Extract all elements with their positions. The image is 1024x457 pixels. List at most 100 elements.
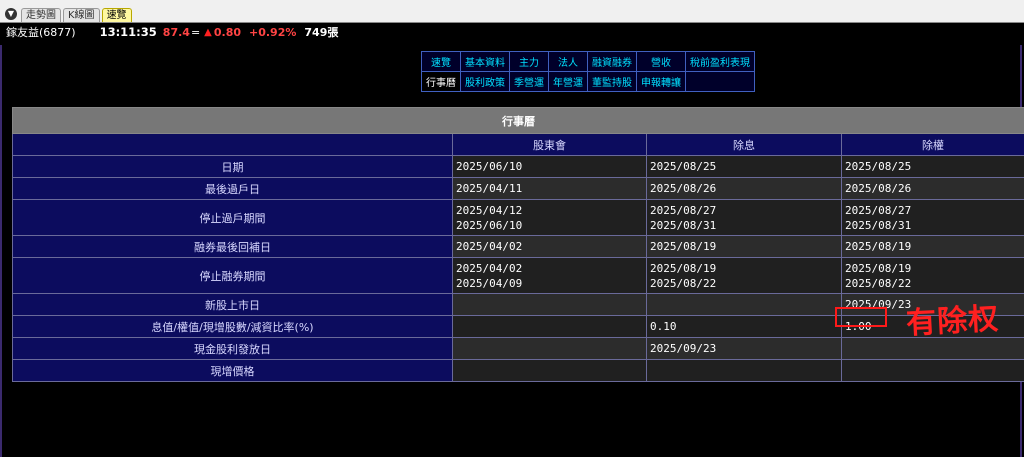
row-value: 2025/08/19 2025/08/22	[646, 257, 842, 294]
quote-eq: =	[190, 25, 201, 39]
nav-margin[interactable]: 融資融券	[587, 51, 637, 72]
row-label: 現金股利發放日	[12, 337, 453, 360]
frame-left	[0, 45, 2, 457]
quote-percent: +0.92%	[249, 25, 297, 39]
value-line: 0.10	[650, 320, 677, 333]
row-label: 停止過戶期間	[12, 199, 453, 236]
tab-overview[interactable]: 速覽	[101, 8, 132, 22]
nav-basic-info[interactable]: 基本資料	[460, 51, 510, 72]
row-value: 2025/08/26	[841, 177, 1024, 200]
value-line: 2025/04/12	[456, 203, 523, 217]
row-value	[841, 359, 1024, 382]
row-value: 2025/09/23	[646, 337, 842, 360]
table-row: 最後過戶日 2025/04/11 2025/08/26 2025/08/26	[12, 177, 1024, 200]
nav-calendar[interactable]: 行事曆	[421, 71, 461, 92]
row-value: 2025/04/11	[452, 177, 647, 200]
row-value	[452, 359, 647, 382]
row-value: 2025/08/19	[646, 235, 842, 258]
stock-name: 鎵友益(6877)	[6, 26, 76, 39]
tab-trend[interactable]: 走勢圖	[21, 8, 61, 22]
value-line: 2025/08/19	[650, 261, 717, 275]
value-line: 2025/08/19	[845, 240, 912, 253]
row-value	[452, 293, 647, 316]
value-line: 2025/08/25	[650, 160, 717, 173]
row-value: 2025/06/10	[452, 155, 647, 178]
tab-kline[interactable]: K線圖	[63, 8, 100, 22]
row-label: 現增價格	[12, 359, 453, 382]
col-header-ex-rights: 除權	[841, 133, 1024, 156]
row-label: 最後過戶日	[12, 177, 453, 200]
nav-overview[interactable]: 速覽	[421, 51, 461, 72]
chevron-down-icon[interactable]: ▼	[5, 8, 17, 20]
table-title: 行事曆	[12, 107, 1024, 134]
value-line: 2025/08/31	[845, 218, 912, 232]
nav-main-force[interactable]: 主力	[509, 51, 549, 72]
nav-institutional[interactable]: 法人	[548, 51, 588, 72]
table-row: 現金股利發放日 2025/09/23	[12, 337, 1024, 360]
row-value	[646, 359, 842, 382]
highlight-box	[835, 307, 887, 327]
value-line: 2025/09/23	[650, 342, 717, 355]
nav-dividend-policy[interactable]: 股利政策	[460, 71, 510, 92]
nav-transfer-report[interactable]: 申報轉讓	[636, 71, 686, 92]
value-line: 2025/06/10	[456, 218, 523, 232]
value-line: 2025/08/19	[650, 240, 717, 253]
col-header-shareholder-meeting: 股東會	[452, 133, 647, 156]
nav-pretax-profit[interactable]: 稅前盈利表現	[685, 51, 755, 72]
row-value: 2025/08/25	[841, 155, 1024, 178]
quote-change: 0.80	[213, 25, 241, 39]
value-line: 2025/04/02	[456, 240, 523, 253]
table-row: 停止融券期間 2025/04/02 2025/04/09 2025/08/19 2025…	[12, 257, 1024, 294]
row-value: 2025/04/02 2025/04/09	[452, 257, 647, 294]
row-value	[646, 293, 842, 316]
nav-revenue[interactable]: 營收	[636, 51, 686, 72]
value-line: 2025/06/10	[456, 160, 523, 173]
row-value: 2025/08/19 2025/08/22	[841, 257, 1024, 294]
row-value: 2025/04/12 2025/06/10	[452, 199, 647, 236]
quote-time: 13:11:35	[99, 25, 157, 39]
handwritten-note: 有除权	[905, 301, 1001, 342]
info-nav: 速覽 基本資料 主力 法人 融資融券 營收 稅前盈利表現 行事曆 股利政策 季營…	[421, 51, 755, 92]
up-arrow-icon: ▲	[204, 26, 212, 38]
nav-empty	[685, 71, 755, 92]
view-tabs: ▼ 走勢圖 K線圖 速覽	[5, 6, 134, 22]
row-label: 日期	[12, 155, 453, 178]
quote-price: 87.4	[162, 25, 190, 39]
col-header-ex-dividend: 除息	[646, 133, 842, 156]
row-label: 融券最後回補日	[12, 235, 453, 258]
row-label: 息值/權值/現增股數/減資比率(%)	[12, 315, 453, 338]
table-row: 日期 2025/06/10 2025/08/25 2025/08/25	[12, 155, 1024, 178]
value-line: 2025/08/31	[650, 218, 717, 232]
row-value: 2025/08/27 2025/08/31	[646, 199, 842, 236]
table-row: 停止過戶期間 2025/04/12 2025/06/10 2025/08/27 2025…	[12, 199, 1024, 236]
quote-volume: 749張	[304, 26, 339, 39]
row-value: 2025/04/02	[452, 235, 647, 258]
row-value: 0.10	[646, 315, 842, 338]
value-line: 2025/08/22	[845, 276, 912, 290]
table-row: 現增價格	[12, 359, 1024, 382]
row-value	[452, 315, 647, 338]
value-line: 2025/04/11	[456, 182, 523, 195]
value-line: 2025/08/27	[650, 203, 717, 217]
row-value: 2025/08/26	[646, 177, 842, 200]
row-value	[452, 337, 647, 360]
nav-director-holdings[interactable]: 董監持股	[587, 71, 637, 92]
value-line: 2025/08/27	[845, 203, 912, 217]
value-line: 2025/08/19	[845, 261, 912, 275]
value-line: 2025/04/02	[456, 261, 523, 275]
header-blank	[12, 133, 453, 156]
value-line: 2025/08/26	[845, 182, 912, 195]
row-label: 新股上市日	[12, 293, 453, 316]
value-line: 2025/08/26	[650, 182, 717, 195]
row-value: 2025/08/25	[646, 155, 842, 178]
quote-bar: 鎵友益(6877) 13:11:35 87.4 = ▲ 0.80 +0.92% …	[6, 24, 338, 40]
value-line: 2025/08/25	[845, 160, 912, 173]
value-line: 2025/04/09	[456, 276, 523, 290]
row-label: 停止融券期間	[12, 257, 453, 294]
nav-annual-ops[interactable]: 年營運	[548, 71, 588, 92]
row-value: 2025/08/27 2025/08/31	[841, 199, 1024, 236]
calendar-table: 行事曆 股東會 除息 除權 日期 2025/06/10 2025/08/25 2025…	[12, 107, 1024, 382]
table-row: 融券最後回補日 2025/04/02 2025/08/19 2025/08/19	[12, 235, 1024, 258]
row-value: 2025/08/19	[841, 235, 1024, 258]
nav-quarterly-ops[interactable]: 季營運	[509, 71, 549, 92]
